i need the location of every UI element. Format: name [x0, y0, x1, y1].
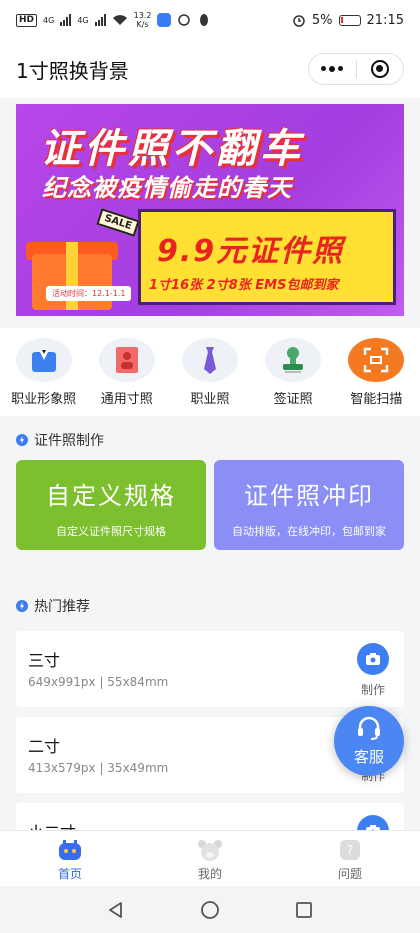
- category-standard-id[interactable]: 通用寸照: [87, 328, 167, 416]
- battery-icon: [338, 14, 361, 26]
- section-heading-make: 证件照制作: [16, 430, 104, 450]
- item-title: 二寸: [28, 737, 61, 756]
- tab-questions[interactable]: ? 问题: [280, 831, 420, 886]
- category-smart-scan[interactable]: 智能扫描: [336, 328, 416, 416]
- suit-icon: [15, 338, 72, 382]
- banner-headline: 证件照不翻车: [40, 126, 304, 172]
- app-notification-icon: [157, 13, 172, 27]
- tie-icon: [181, 338, 238, 382]
- more-button[interactable]: [309, 54, 356, 84]
- promo-banner[interactable]: 证件照不翻车 纪念被疫情偷走的春天 SALE 活动时间：12.1-1.1 9.9…: [16, 104, 404, 316]
- print-card[interactable]: 证件照冲印 自动排版，在线冲印，包邮到家: [214, 460, 404, 550]
- recents-square-icon[interactable]: [295, 901, 313, 919]
- hd-badge: HD: [16, 13, 38, 27]
- section-title: 证件照制作: [34, 433, 104, 449]
- close-miniprogram-button[interactable]: [357, 54, 404, 84]
- scan-icon: [348, 338, 405, 382]
- activity-time: 活动时间：12.1-1.1: [46, 286, 132, 301]
- section-heading-hot: 热门推荐: [16, 596, 90, 616]
- status-bar: HD 4G 4G 13.2 K/s 5% 21:15: [0, 0, 420, 40]
- tab-label: 首页: [57, 867, 82, 881]
- tab-mine[interactable]: 我的: [140, 831, 280, 886]
- penguin-icon: [200, 14, 209, 26]
- category-label: 职业形象照: [11, 392, 77, 407]
- bear-icon: [198, 840, 222, 861]
- lightning-icon: [16, 600, 28, 612]
- banner-subline: 纪念被疫情偷走的春天: [42, 174, 292, 202]
- card-title: 证件照冲印: [244, 482, 374, 510]
- network-speed: 13.2 K/s: [134, 11, 152, 29]
- item-spec: 649x991px | 55x84mm: [28, 675, 169, 689]
- camera-icon: [357, 643, 389, 675]
- make-label: 制作: [360, 683, 385, 697]
- custom-size-card[interactable]: 自定义规格 自定义证件照尺寸规格: [16, 460, 206, 550]
- fab-label: 客服: [353, 748, 384, 766]
- lightning-icon: [16, 434, 28, 446]
- category-professional[interactable]: 职业照: [170, 328, 250, 416]
- price-panel: 9.9元证件照 1寸16张 2寸8张 EMS包邮到家: [138, 209, 396, 305]
- category-label: 签证照: [273, 392, 313, 407]
- miniprogram-capsule: [308, 53, 404, 85]
- title-bar: 1寸照换背景: [0, 40, 420, 98]
- signal-icon: [94, 14, 106, 26]
- tab-label: 问题: [337, 867, 362, 881]
- category-label: 职业照: [190, 392, 230, 407]
- battery-percent: 5%: [311, 12, 333, 28]
- item-title: 三寸: [28, 651, 61, 670]
- headset-icon: [358, 716, 380, 740]
- category-professional-portrait[interactable]: 职业形象照: [4, 328, 84, 416]
- system-nav-bar: [0, 886, 420, 933]
- question-icon: ?: [340, 840, 360, 860]
- more-icon: [321, 66, 344, 72]
- tab-label: 我的: [197, 867, 222, 881]
- bottom-tab-bar: 首页 我的 ? 问题: [0, 830, 420, 886]
- stamp-icon: [265, 338, 322, 382]
- item-spec: 413x579px | 35x49mm: [28, 761, 169, 775]
- sale-tag: SALE: [96, 208, 140, 237]
- network-type-2: 4G: [77, 15, 89, 25]
- network-type-1: 4G: [43, 15, 55, 25]
- chat-icon: [178, 14, 191, 26]
- card-subtitle: 自定义证件照尺寸规格: [56, 525, 166, 538]
- list-item[interactable]: 三寸 649x991px | 55x84mm 制作: [16, 631, 404, 707]
- alarm-icon: [293, 15, 305, 27]
- category-label: 智能扫描: [350, 392, 403, 407]
- card-subtitle: 自动排版，在线冲印，包邮到家: [232, 525, 386, 538]
- clock: 21:15: [366, 12, 404, 28]
- back-triangle-icon[interactable]: [107, 901, 125, 919]
- speed-value: 13.2: [133, 11, 152, 20]
- category-row: 职业形象照 通用寸照 职业照 签证照 智能扫描: [0, 328, 420, 416]
- category-visa[interactable]: 签证照: [253, 328, 333, 416]
- id-photo-icon: [98, 338, 155, 382]
- customer-service-button[interactable]: 客服: [334, 706, 404, 776]
- home-robot-icon: [59, 840, 81, 860]
- page-title: 1寸照换背景: [16, 58, 129, 83]
- card-title: 自定义规格: [46, 482, 176, 510]
- price-headline: 9.9元证件照: [157, 234, 345, 269]
- make-button[interactable]: 制作: [354, 643, 392, 698]
- category-label: 通用寸照: [100, 392, 153, 407]
- price-detail: 1寸16张 2寸8张 EMS包邮到家: [149, 278, 339, 293]
- speed-unit: K/s: [136, 20, 149, 29]
- signal-icon: [60, 14, 72, 26]
- svg-text:?: ?: [347, 844, 354, 859]
- home-circle-icon[interactable]: [200, 900, 220, 920]
- section-title: 热门推荐: [34, 599, 90, 615]
- wifi-icon: [112, 15, 127, 25]
- tab-home[interactable]: 首页: [0, 831, 140, 886]
- target-icon: [370, 60, 389, 78]
